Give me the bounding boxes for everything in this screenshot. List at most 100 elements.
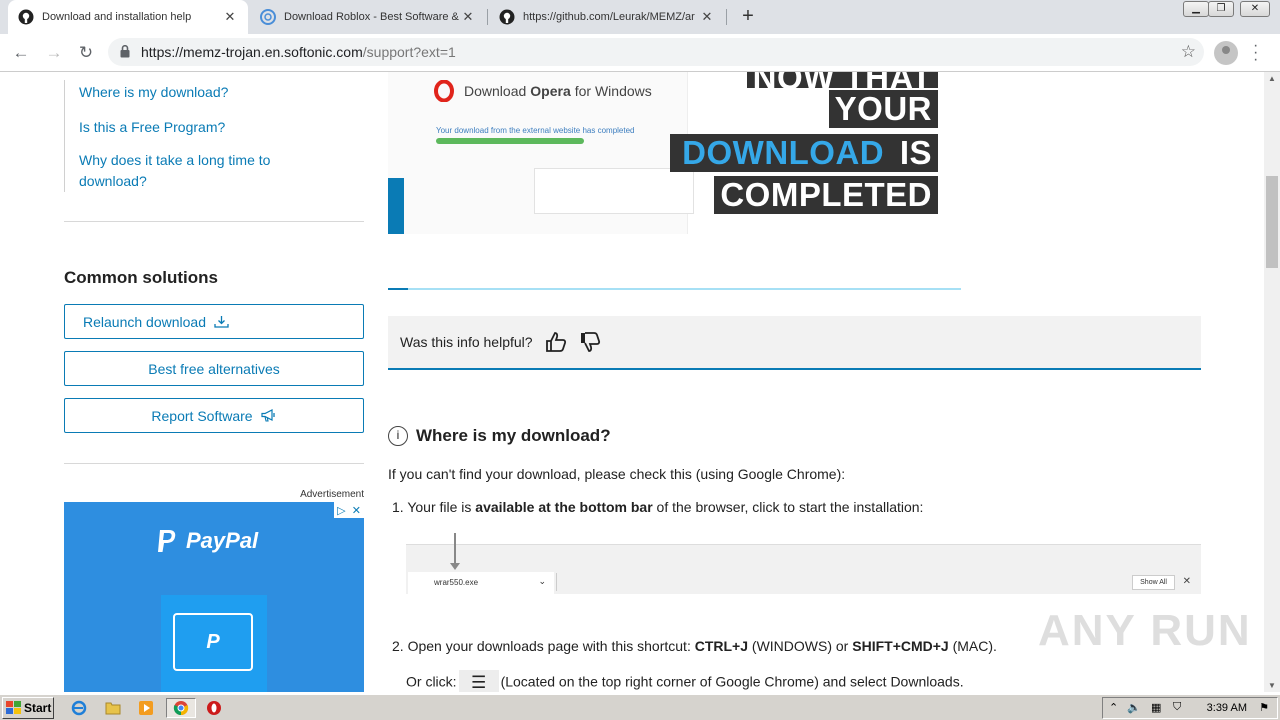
pointer-arrow-line bbox=[454, 533, 456, 567]
sidebar-link-where[interactable]: Where is my download? bbox=[79, 82, 364, 103]
shield-icon[interactable]: ⛉ bbox=[1173, 701, 1181, 714]
sidebar-link-time[interactable]: Why does it take a long time to download… bbox=[79, 150, 289, 192]
report-software-label: Report Software bbox=[151, 407, 253, 424]
scroll-up-arrow[interactable]: ▲ bbox=[1268, 74, 1276, 83]
close-tab-icon[interactable]: ✕ bbox=[699, 9, 715, 25]
url-text: https://memz-trojan.en.softonic.com/supp… bbox=[141, 44, 456, 60]
tab-roblox[interactable]: Download Roblox - Best Software & ✕ bbox=[250, 0, 486, 34]
new-tab-button[interactable]: + bbox=[737, 5, 759, 27]
sidebar-faq-links: Where is my download? Is this a Free Pro… bbox=[64, 80, 364, 192]
lock-icon bbox=[120, 44, 130, 63]
info-icon: i bbox=[388, 426, 408, 446]
close-tab-icon[interactable]: ✕ bbox=[460, 9, 476, 25]
section-title: i Where is my download? bbox=[388, 426, 611, 446]
sidebar-link-free[interactable]: Is this a Free Program? bbox=[79, 117, 364, 138]
hero-download-word: Download bbox=[464, 83, 527, 99]
chrome-menu-icon[interactable]: · · · bbox=[1253, 38, 1258, 68]
paypal-ad[interactable]: ▷ ✕ PayPal P bbox=[64, 502, 364, 692]
download-filename: wrar550.exe bbox=[434, 578, 479, 587]
internet-explorer-icon[interactable] bbox=[70, 699, 88, 717]
restore-button[interactable]: ❐ bbox=[1208, 1, 1234, 17]
profile-avatar[interactable] bbox=[1214, 41, 1238, 65]
show-all-button: Show All bbox=[1132, 575, 1175, 590]
paypal-logo: PayPal bbox=[154, 528, 258, 554]
scroll-thumb[interactable] bbox=[1266, 176, 1278, 268]
anyrun-watermark: ANY RUN bbox=[1038, 606, 1252, 655]
download-bar-separator bbox=[556, 573, 557, 591]
volume-icon[interactable]: 🔈 bbox=[1127, 701, 1141, 714]
opera-download-screenshot: Download Opera for Windows Your download… bbox=[388, 72, 694, 234]
tab-strip: Download and installation help ✕ Downloa… bbox=[0, 0, 1280, 34]
step-2-suffix: (MAC). bbox=[948, 638, 997, 654]
paypal-brand-text: PayPal bbox=[186, 528, 259, 553]
hero-download-blue: DOWNLOAD bbox=[676, 134, 891, 172]
feedback-tab bbox=[388, 178, 404, 234]
step-2-mid: (WINDOWS) or bbox=[748, 638, 853, 654]
chrome-taskbar-button[interactable] bbox=[166, 698, 196, 718]
divider bbox=[64, 221, 364, 222]
flag-icon[interactable]: ⚑ bbox=[1259, 701, 1269, 714]
tab-title: Download Roblox - Best Software & bbox=[284, 11, 459, 23]
feedback-box: Was this info helpful? bbox=[388, 316, 1201, 370]
step-1-suffix: of the browser, click to start the insta… bbox=[652, 499, 924, 515]
carousel-progress-fill bbox=[388, 288, 408, 290]
back-button[interactable]: ← bbox=[9, 41, 33, 65]
hero-blank-box bbox=[534, 168, 694, 214]
media-player-icon[interactable] bbox=[137, 699, 155, 717]
address-bar[interactable]: https://memz-trojan.en.softonic.com/supp… bbox=[108, 38, 1204, 66]
laptop-illustration: P bbox=[161, 595, 267, 692]
hero-app-suffix: for Windows bbox=[574, 83, 652, 99]
scroll-down-arrow[interactable]: ▼ bbox=[1268, 681, 1276, 690]
step-3-prefix: Or click: bbox=[406, 673, 457, 690]
thumbs-down-icon[interactable] bbox=[579, 331, 601, 353]
step-1-bold: available at the bottom bar bbox=[475, 499, 653, 515]
pointer-arrow-head bbox=[450, 563, 460, 570]
download-file-chip: wrar550.exe ⌄ bbox=[408, 572, 554, 594]
reload-button[interactable]: ↻ bbox=[74, 41, 98, 65]
url-path: /support?ext=1 bbox=[362, 44, 456, 60]
close-window-button[interactable]: ✕ bbox=[1240, 1, 1270, 17]
url-host: https://memz-trojan.en.softonic.com bbox=[141, 44, 363, 60]
opera-taskbar-icon[interactable] bbox=[205, 699, 223, 717]
chrome-icon bbox=[173, 701, 189, 716]
tray-expand-icon[interactable]: ⌃ bbox=[1109, 701, 1118, 714]
folder-icon[interactable] bbox=[104, 699, 122, 717]
windows-logo-icon bbox=[6, 701, 21, 714]
hero-line-4: COMPLETED bbox=[714, 176, 938, 214]
bookmark-star-icon[interactable]: ☆ bbox=[1181, 42, 1196, 62]
forward-button[interactable]: → bbox=[42, 41, 66, 65]
start-button[interactable]: Start bbox=[2, 697, 54, 719]
close-tab-icon[interactable]: ✕ bbox=[222, 9, 238, 25]
tab-separator bbox=[726, 9, 727, 25]
relaunch-download-button[interactable]: Relaunch download bbox=[64, 304, 364, 339]
step-2-prefix: 2. Open your downloads page with this sh… bbox=[392, 638, 695, 654]
best-alternatives-button[interactable]: Best free alternatives bbox=[64, 351, 364, 386]
carousel-progress bbox=[388, 288, 961, 290]
minimize-button[interactable]: ▁ bbox=[1183, 1, 1209, 17]
windows-taskbar: Start ⌃ 🔈 ▦ ⛉ 3:39 AM ⚑ bbox=[0, 694, 1280, 720]
adchoices-icon[interactable]: ▷ ✕ bbox=[334, 502, 364, 518]
paypal-p-icon: P bbox=[173, 613, 253, 671]
step-1-prefix: 1. Your file is bbox=[392, 499, 476, 515]
download-icon bbox=[214, 315, 229, 328]
tab-title: https://github.com/Leurak/MEMZ/ar bbox=[523, 11, 695, 23]
common-solutions-title: Common solutions bbox=[64, 268, 218, 287]
tab-download-help[interactable]: Download and installation help ✕ bbox=[8, 0, 248, 34]
close-download-bar-icon: ✕ bbox=[1182, 576, 1191, 587]
download-complete-banner: Download Opera for Windows Your download… bbox=[388, 72, 960, 234]
step-1: 1. Your file is available at the bottom … bbox=[392, 499, 923, 515]
network-icon[interactable]: ▦ bbox=[1151, 701, 1161, 714]
hero-line-3: DOWNLOAD IS bbox=[670, 134, 938, 172]
clock: 3:39 AM bbox=[1206, 702, 1247, 714]
hero-is-word: IS bbox=[899, 134, 932, 172]
step-2-mac-shortcut: SHIFT+CMD+J bbox=[852, 638, 949, 654]
section-intro: If you can't find your download, please … bbox=[388, 466, 846, 482]
opera-row: Download Opera for Windows bbox=[434, 80, 652, 102]
report-software-button[interactable]: Report Software bbox=[64, 398, 364, 433]
thumbs-up-icon[interactable] bbox=[545, 331, 567, 353]
start-label: Start bbox=[24, 701, 52, 715]
best-alternatives-label: Best free alternatives bbox=[148, 360, 280, 377]
hero-line-2: YOUR bbox=[828, 90, 938, 128]
tab-github[interactable]: https://github.com/Leurak/MEMZ/ar ✕ bbox=[489, 0, 725, 34]
page-scrollbar[interactable]: ▲ ▼ bbox=[1264, 72, 1280, 692]
